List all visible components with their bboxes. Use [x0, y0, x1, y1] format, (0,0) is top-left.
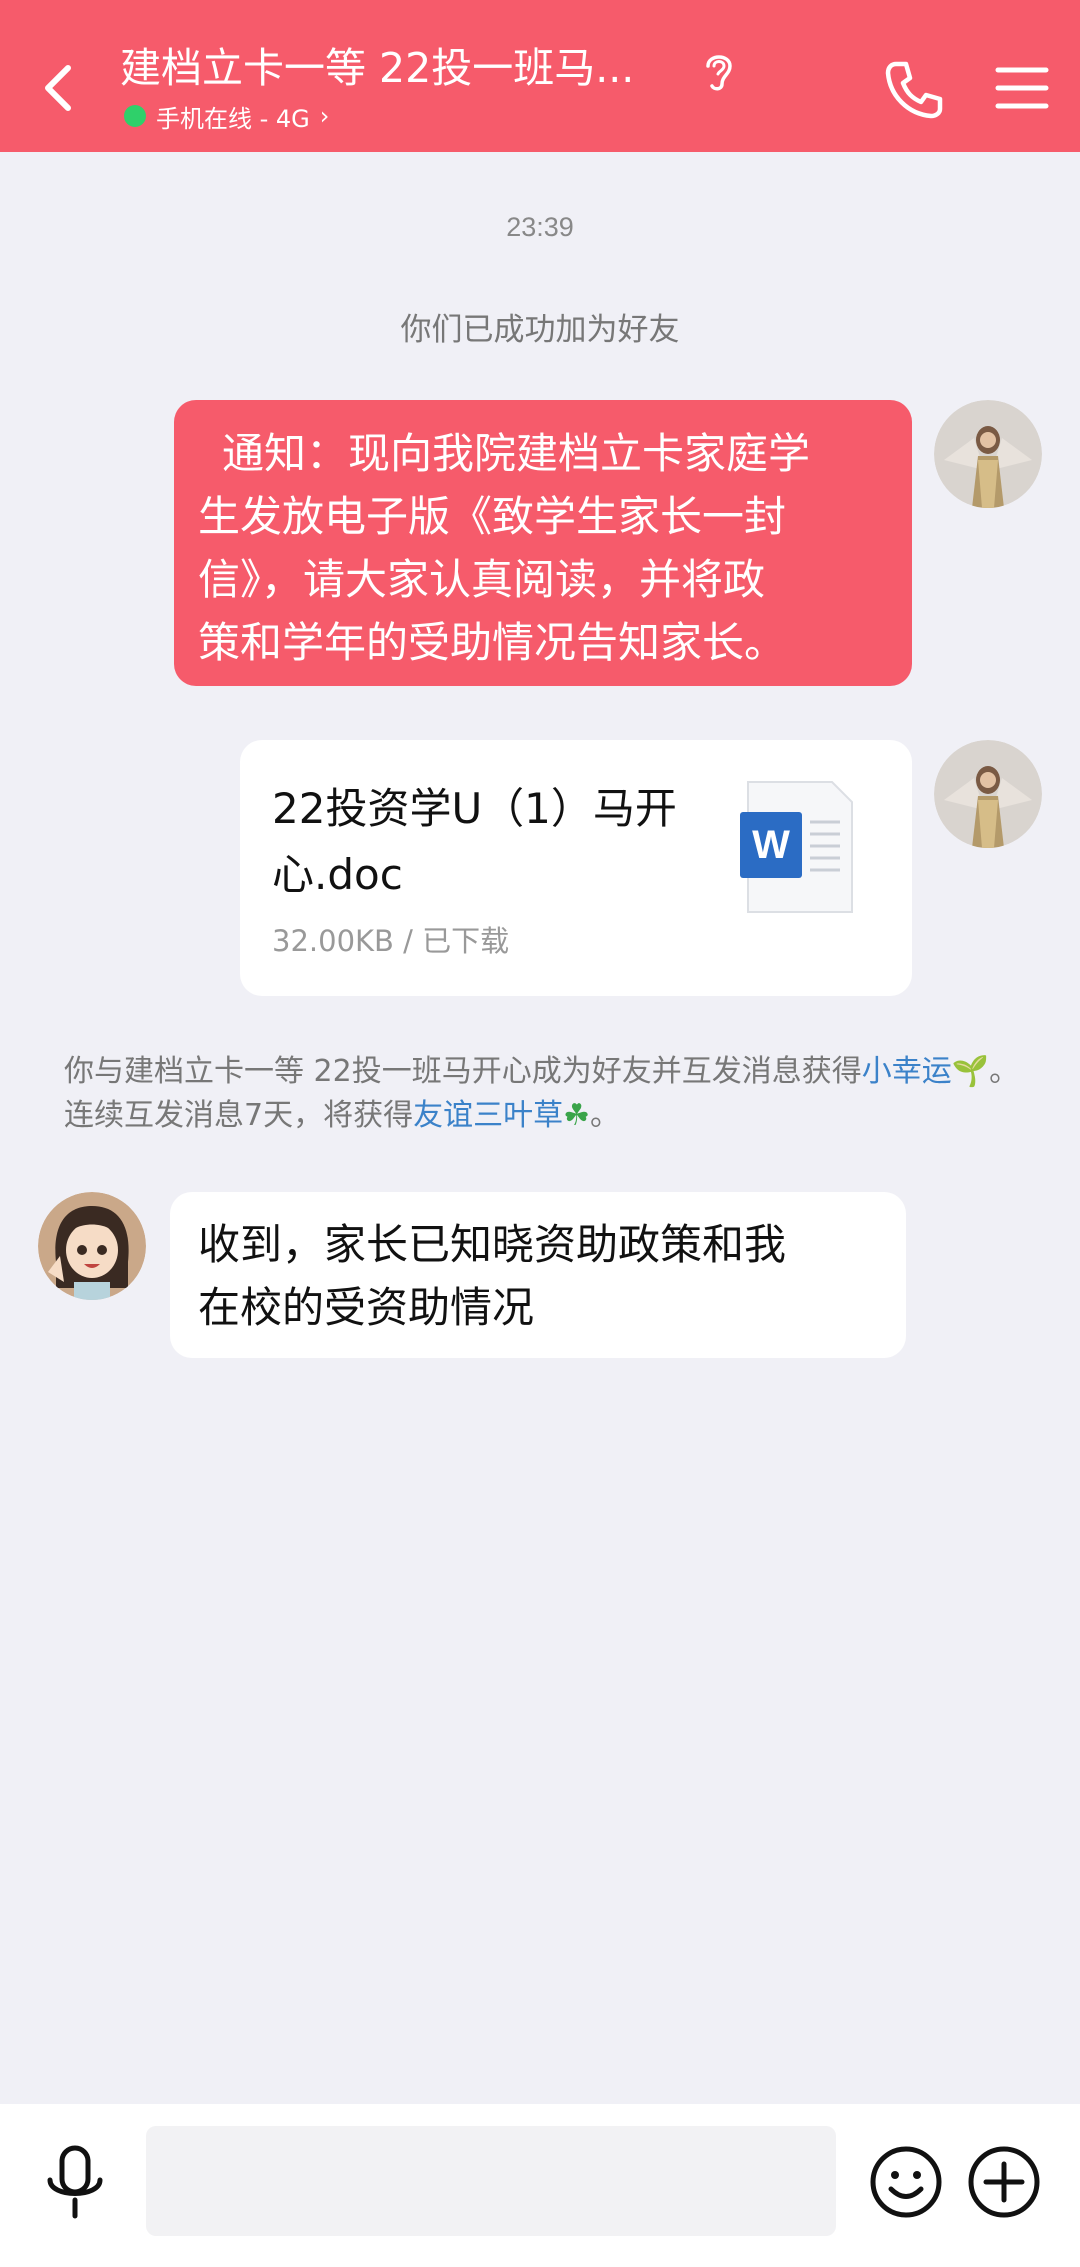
online-dot-icon: [124, 105, 146, 127]
notice-message-bubble[interactable]: 通知：现向我院建档立卡家庭学 生发放电子版《致学生家长一封 信》，请大家认真阅读…: [174, 400, 912, 686]
input-bar: [0, 2104, 1080, 2267]
clover-icon: ☘: [563, 1098, 590, 1133]
luck-text: 。: [590, 1098, 620, 1133]
file-name-line: 22投资学U（1）马开: [272, 784, 677, 833]
notice-line: 通知：现向我院建档立卡家庭学: [222, 429, 811, 478]
chat-header: 建档立卡一等 22投一班马... 手机在线 - 4G ›: [0, 0, 1080, 152]
reply-line: 在校的受资助情况: [198, 1283, 535, 1332]
phone-icon[interactable]: [880, 56, 948, 124]
file-name-line: 心.doc: [272, 850, 403, 899]
reply-message-bubble[interactable]: 收到，家长已知晓资助政策和我 在校的受资助情况: [170, 1192, 906, 1358]
avatar[interactable]: [38, 1192, 146, 1300]
message-timestamp: 23:39: [506, 212, 574, 242]
word-icon-letter: W: [752, 823, 790, 867]
system-message-friend-added: 你们已成功加为好友: [400, 312, 680, 348]
file-message-card[interactable]: 22投资学U（1）马开 心.doc 32.00KB / 已下载 W: [240, 740, 912, 996]
ear-icon[interactable]: [694, 46, 744, 96]
avatar[interactable]: [934, 400, 1042, 508]
online-status[interactable]: 手机在线 - 4G ›: [124, 100, 330, 133]
menu-icon[interactable]: [992, 58, 1052, 118]
link-small-luck[interactable]: 小幸运: [862, 1054, 952, 1089]
notice-line: 信》，请大家认真阅读，并将政: [198, 555, 766, 604]
word-document-icon: W: [740, 781, 853, 913]
notice-line: 策和学年的受助情况告知家长。: [198, 618, 787, 667]
luck-text: 你与建档立卡一等 22投一班马开心成为好友并互发消息获得: [64, 1054, 862, 1089]
plus-icon[interactable]: [966, 2144, 1042, 2220]
chevron-left-icon: [45, 65, 71, 111]
chevron-right-icon: ›: [319, 102, 330, 130]
microphone-icon[interactable]: [40, 2142, 110, 2226]
system-message-luck: 你与建档立卡一等 22投一班马开心成为好友并互发消息获得小幸运🌱。连续互发消息7…: [64, 1050, 1024, 1138]
file-name: 22投资学U（1）马开 心.doc: [272, 776, 692, 908]
emoji-icon[interactable]: [868, 2144, 944, 2220]
back-button[interactable]: [28, 48, 88, 128]
link-friendship-clover[interactable]: 友谊三叶草: [413, 1098, 563, 1133]
sprout-icon: 🌱: [951, 1054, 990, 1089]
avatar[interactable]: [934, 740, 1042, 848]
message-input[interactable]: [146, 2126, 836, 2236]
file-meta: 32.00KB / 已下载: [272, 924, 510, 958]
avatar-image: [38, 1192, 146, 1300]
avatar-image: [934, 740, 1042, 848]
reply-line: 收到，家长已知晓资助政策和我: [198, 1220, 787, 1269]
online-status-text: 手机在线 - 4G: [156, 104, 310, 133]
chat-title[interactable]: 建档立卡一等 22投一班马...: [120, 40, 680, 96]
avatar-image: [934, 400, 1042, 508]
notice-line: 生发放电子版《致学生家长一封: [198, 492, 787, 541]
